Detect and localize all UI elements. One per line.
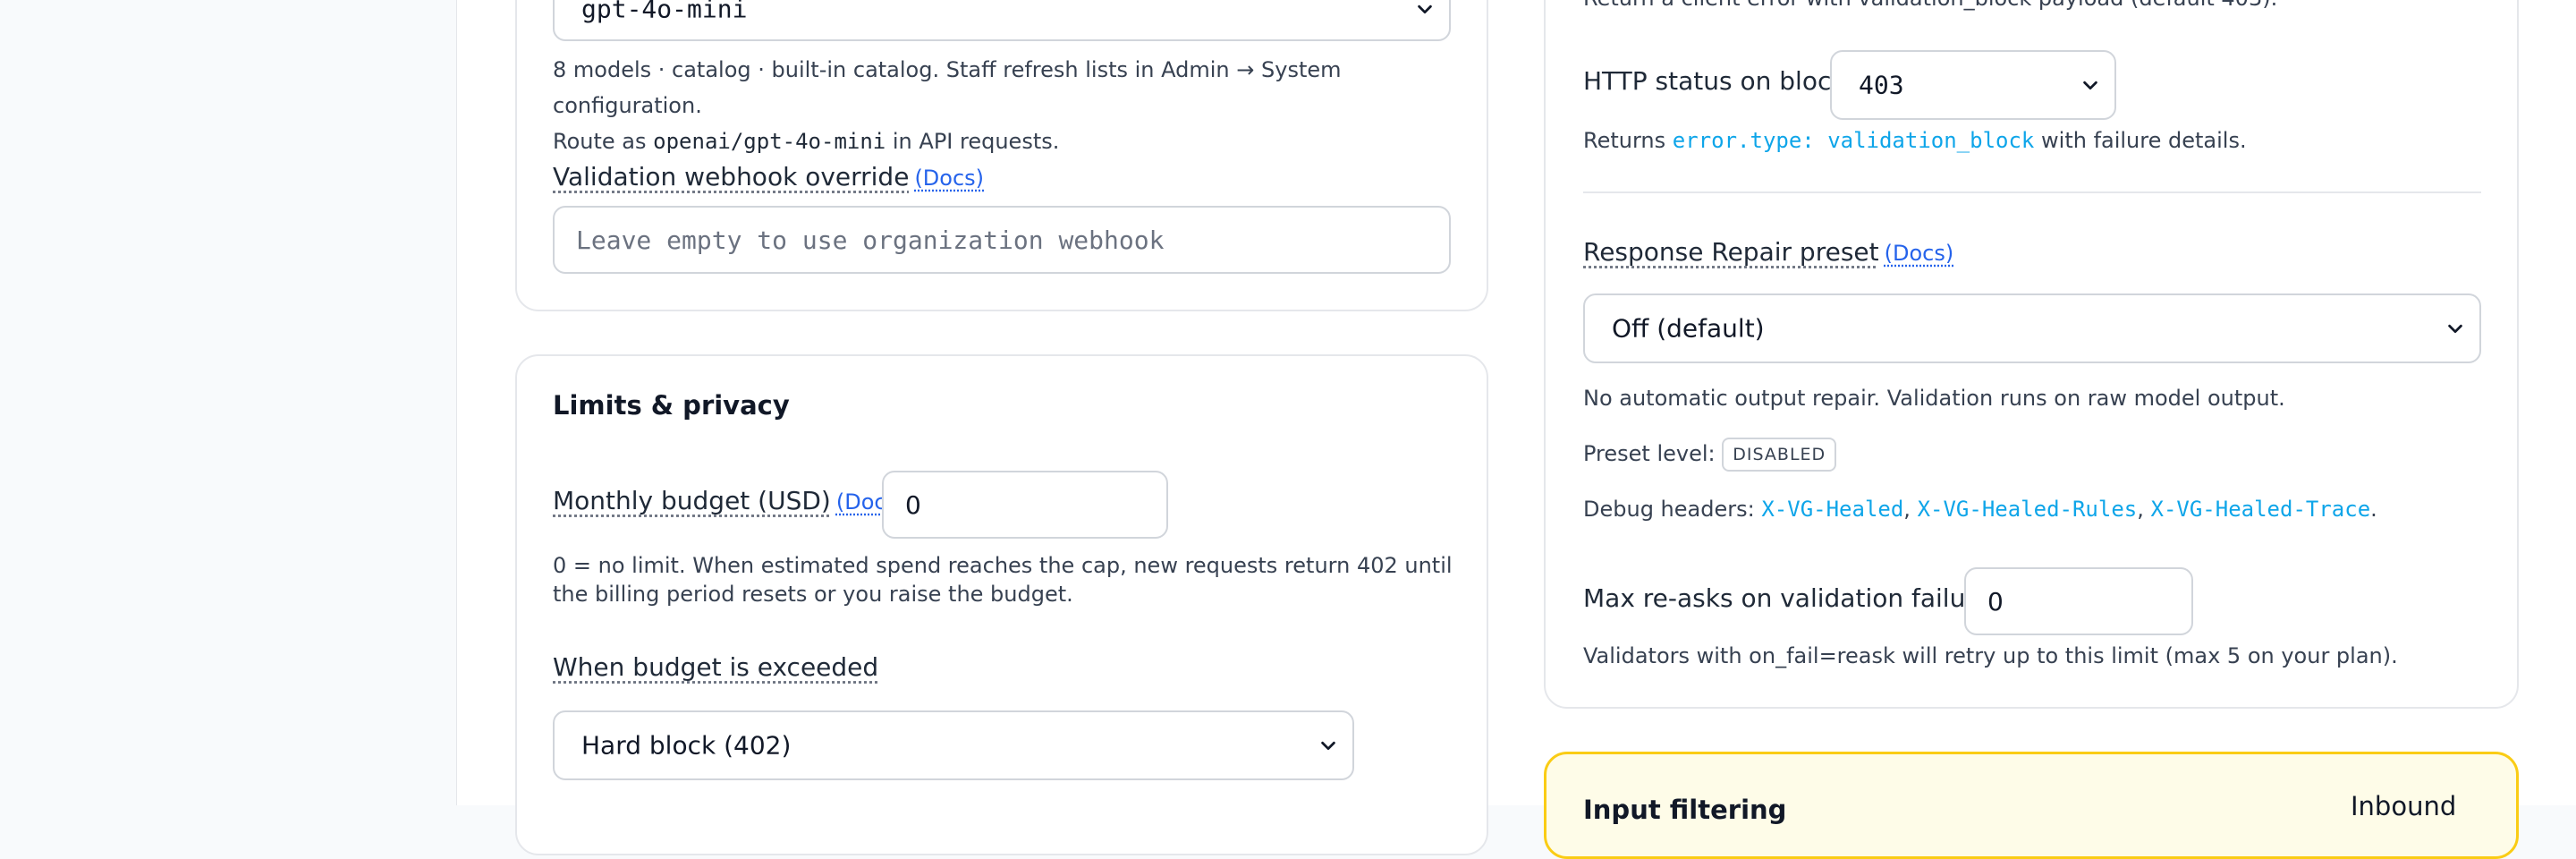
max-reask-field[interactable] xyxy=(1966,569,2191,634)
webhook-docs-link[interactable]: (Docs) xyxy=(914,166,984,191)
repair-help: No automatic output repair. Validation r… xyxy=(1583,386,2285,411)
http-status-select[interactable]: 403 xyxy=(1830,50,2116,120)
chevron-down-icon xyxy=(2083,81,2097,90)
debug-header-healed-rules: X-VG-Healed-Rules xyxy=(1917,497,2138,522)
budget-label-row: Monthly budget (USD) (Docs) xyxy=(553,486,905,515)
model-catalog-help: 8 models · catalog · built-in catalog. S… xyxy=(553,52,1465,159)
returns-help: Returns error.type: validation_block wit… xyxy=(1583,123,2247,158)
chevron-down-icon xyxy=(1418,4,1432,14)
model-select[interactable]: gpt-4o-mini xyxy=(553,0,1451,41)
max-reask-input[interactable] xyxy=(1964,567,2193,635)
budget-exceeded-value: Hard block (402) xyxy=(581,730,792,761)
repair-preset-label: Response Repair preset xyxy=(1583,237,1879,267)
reask-help: Validators with on_fail=reask will retry… xyxy=(1583,643,2398,668)
webhook-override-field[interactable] xyxy=(555,208,1449,272)
http-status-label: HTTP status on block xyxy=(1583,66,1846,96)
returns-code: error.type: validation_block xyxy=(1672,128,2035,153)
debug-header-healed: X-VG-Healed xyxy=(1761,497,1904,522)
debug-sep: , xyxy=(1903,497,1911,522)
reask-label: Max re-asks on validation failure xyxy=(1583,583,1991,613)
repair-docs-link[interactable]: (Docs) xyxy=(1885,241,1954,266)
limits-card-title: Limits & privacy xyxy=(553,390,790,421)
route-prefix: Route as xyxy=(553,129,647,154)
monthly-budget-field[interactable] xyxy=(884,472,1166,537)
http-status-value: 403 xyxy=(1859,70,1904,100)
debug-headers-row: Debug headers: X-VG-Healed, X-VG-Healed-… xyxy=(1583,491,2377,527)
returns-suffix: with failure details. xyxy=(2041,128,2247,153)
preset-level-badge: DISABLED xyxy=(1722,438,1837,472)
preset-level-row: Preset level: DISABLED xyxy=(1583,436,1837,472)
budget-exceeded-select[interactable]: Hard block (402) xyxy=(553,710,1354,780)
repair-preset-select[interactable]: Off (default) xyxy=(1583,293,2481,363)
exceeded-label-row: When budget is exceeded xyxy=(553,652,878,682)
debug-sep: , xyxy=(2137,497,2144,522)
debug-header-healed-trace: X-VG-Healed-Trace xyxy=(2150,497,2371,522)
webhook-label: Validation webhook override xyxy=(553,162,910,191)
inbound-label: Inbound xyxy=(2351,791,2457,821)
debug-headers-label: Debug headers: xyxy=(1583,497,1755,522)
chevron-down-icon xyxy=(2448,324,2462,334)
block-mode-help-cut: Return a client error with validation_bl… xyxy=(1583,0,2478,16)
repair-label-row: Response Repair preset (Docs) xyxy=(1583,237,1953,267)
route-code: openai/gpt-4o-mini xyxy=(653,129,886,154)
preset-level-label: Preset level: xyxy=(1583,441,1716,466)
input-filtering-title: Input filtering xyxy=(1583,795,1787,825)
webhook-label-row: Validation webhook override (Docs) xyxy=(553,162,984,191)
budget-help: 0 = no limit. When estimated spend reach… xyxy=(553,553,1453,607)
budget-exceeded-label: When budget is exceeded xyxy=(553,652,879,682)
repair-preset-value: Off (default) xyxy=(1612,313,1765,344)
returns-prefix: Returns xyxy=(1583,128,1666,153)
budget-label: Monthly budget (USD) xyxy=(553,486,831,515)
model-select-value: gpt-4o-mini xyxy=(581,0,748,24)
debug-end: . xyxy=(2370,497,2377,522)
webhook-override-input[interactable] xyxy=(553,206,1451,274)
section-divider xyxy=(1583,191,2481,193)
monthly-budget-input[interactable] xyxy=(882,471,1168,539)
chevron-down-icon xyxy=(1321,741,1335,751)
route-help-line: Route as openai/gpt-4o-mini in API reque… xyxy=(553,123,1465,159)
route-suffix: in API requests. xyxy=(892,129,1060,154)
catalog-help-text: 8 models · catalog · built-in catalog. S… xyxy=(553,57,1342,118)
